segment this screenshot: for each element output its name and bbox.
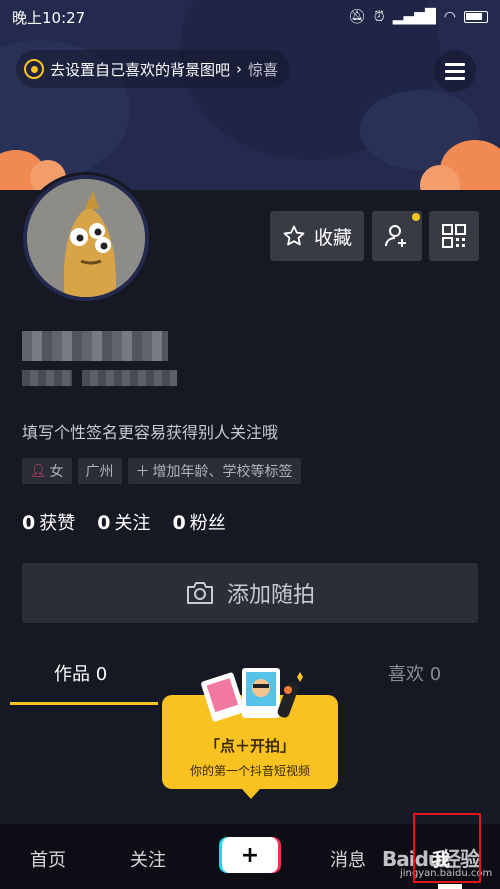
active-tab-indicator bbox=[10, 702, 158, 705]
likes-label: 获赞 bbox=[39, 513, 76, 534]
qr-code-button[interactable] bbox=[429, 211, 479, 261]
highlight-annotation-box bbox=[413, 813, 481, 883]
fans-count: 0 bbox=[172, 512, 186, 534]
plus-icon: + bbox=[240, 842, 260, 868]
prompt-trailing-text: 惊喜 bbox=[248, 60, 279, 79]
alarm-icon: ⏰︎ bbox=[373, 9, 385, 25]
menu-icon-line bbox=[445, 62, 465, 66]
status-bar: 晚上10:27 🔕︎ ⏰︎ ▂▄▆█ ◠ bbox=[0, 0, 500, 34]
plus-icon: ＋ bbox=[135, 464, 150, 480]
gender-label: 女 bbox=[49, 464, 64, 480]
user-id-redacted bbox=[22, 370, 72, 386]
username-redacted bbox=[22, 331, 168, 361]
set-background-prompt[interactable]: 去设置自己喜欢的背景图吧 › 惊喜 bbox=[16, 50, 291, 88]
battery-icon bbox=[464, 11, 488, 23]
wifi-icon: ◠ bbox=[443, 9, 456, 25]
avatar[interactable] bbox=[20, 172, 152, 304]
bio-prompt[interactable]: 填写个性签名更容易获得别人关注哦 bbox=[22, 419, 278, 443]
menu-button[interactable] bbox=[434, 50, 476, 92]
nav-follow[interactable]: 关注 bbox=[130, 846, 166, 872]
status-icons: 🔕︎ ⏰︎ ▂▄▆█ ◠ bbox=[348, 9, 488, 25]
create-video-button[interactable]: + bbox=[222, 837, 278, 873]
following-stat[interactable]: 0 关注 bbox=[97, 509, 150, 535]
following-label: 关注 bbox=[114, 513, 151, 534]
fans-label: 粉丝 bbox=[189, 513, 226, 534]
photo-sticker-illustration bbox=[201, 668, 303, 722]
nav-home[interactable]: 首页 bbox=[30, 846, 66, 872]
nav-messages[interactable]: 消息 bbox=[330, 846, 366, 872]
fans-stat[interactable]: 0 粉丝 bbox=[172, 509, 225, 535]
female-icon: 👤︎ bbox=[30, 463, 47, 479]
following-count: 0 bbox=[97, 512, 111, 534]
mute-icon: 🔕︎ bbox=[348, 9, 366, 25]
menu-icon-line bbox=[445, 76, 465, 80]
collect-button[interactable]: 收藏 bbox=[270, 211, 364, 261]
location-label: 广州 bbox=[85, 464, 114, 480]
user-id-redacted bbox=[82, 370, 177, 386]
location-tag[interactable]: 广州 bbox=[77, 458, 122, 484]
tooltip-title: 「点＋开拍」 bbox=[204, 737, 295, 755]
camera-icon bbox=[186, 582, 213, 604]
status-time: 晚上10:27 bbox=[12, 8, 86, 27]
likes-count: 0 bbox=[22, 512, 36, 534]
tab-works[interactable]: 作品 0 bbox=[54, 660, 107, 686]
signal-icon: ▂▄▆█ bbox=[392, 9, 436, 25]
avatar-image bbox=[27, 179, 145, 297]
active-nav-indicator bbox=[438, 884, 462, 889]
profile-tags: 👤︎ 女 广州 ＋ 增加年龄、学校等标签 bbox=[22, 458, 301, 484]
profile-stats: 0 获赞 0 关注 0 粉丝 bbox=[22, 509, 226, 535]
chevron-right-icon: › bbox=[236, 60, 243, 78]
tab-likes[interactable]: 喜欢 0 bbox=[388, 660, 441, 686]
tooltip-subtitle: 你的第一个抖音短视频 bbox=[189, 764, 310, 778]
add-tags-label: 增加年龄、学校等标签 bbox=[152, 464, 293, 480]
add-user-icon bbox=[385, 225, 406, 247]
qr-code-icon bbox=[442, 224, 466, 248]
star-icon bbox=[283, 225, 305, 246]
add-photo-label: 添加随拍 bbox=[226, 583, 315, 608]
menu-icon-line bbox=[445, 69, 465, 73]
collect-label: 收藏 bbox=[313, 226, 352, 249]
add-tags-button[interactable]: ＋ 增加年龄、学校等标签 bbox=[127, 458, 301, 484]
gender-tag[interactable]: 👤︎ 女 bbox=[22, 458, 72, 484]
background-prompt-text: 去设置自己喜欢的背景图吧 bbox=[50, 60, 231, 79]
likes-stat[interactable]: 0 获赞 bbox=[22, 509, 75, 535]
notification-dot bbox=[412, 213, 420, 221]
add-photo-button[interactable]: 添加随拍 bbox=[22, 563, 478, 623]
add-friend-button[interactable] bbox=[372, 211, 422, 261]
target-icon bbox=[24, 59, 44, 79]
